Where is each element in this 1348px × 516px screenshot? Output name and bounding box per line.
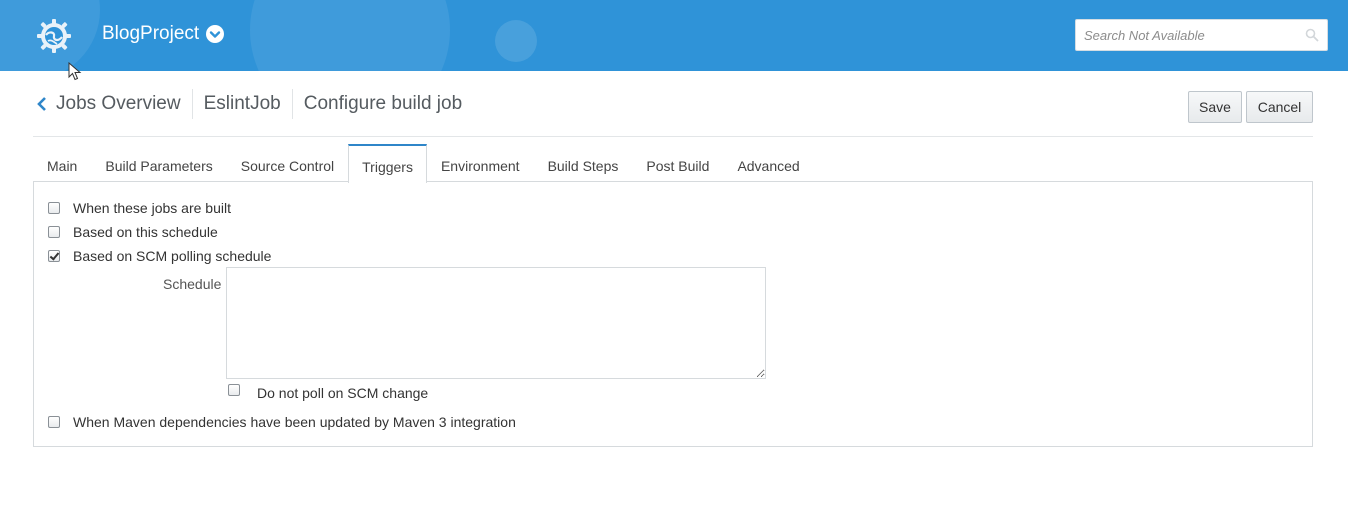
trigger-schedule-option[interactable]: Based on this schedule: [48, 224, 218, 240]
breadcrumb-jobs-overview[interactable]: Jobs Overview: [56, 93, 181, 115]
trigger-scm-polling-option[interactable]: Based on SCM polling schedule: [48, 248, 271, 264]
maven-label: When Maven dependencies have been update…: [73, 414, 516, 430]
divider: [33, 136, 1313, 137]
schedule-checkbox[interactable]: [48, 226, 60, 238]
no-poll-option[interactable]: Do not poll on SCM change: [228, 384, 429, 401]
header-decoration: [495, 20, 537, 62]
search-box: [1075, 19, 1328, 51]
chevron-left-icon[interactable]: [36, 96, 48, 112]
mouse-cursor-icon: [68, 62, 82, 81]
search-icon[interactable]: [1305, 28, 1319, 42]
page-title: Configure build job: [303, 93, 463, 114]
breadcrumb: Jobs Overview EslintJob Configure build …: [36, 88, 462, 120]
no-poll-label: Do not poll on SCM change: [257, 385, 429, 401]
breadcrumb-separator: [291, 89, 293, 119]
tab-build-parameters[interactable]: Build Parameters: [91, 144, 226, 182]
header-decoration: [250, 0, 450, 71]
tab-source-control[interactable]: Source Control: [227, 144, 348, 182]
schedule-textarea[interactable]: [226, 267, 766, 379]
gear-globe-icon[interactable]: [36, 18, 72, 54]
trigger-jobs-built-option[interactable]: When these jobs are built: [48, 200, 231, 216]
search-input[interactable]: [1076, 20, 1296, 50]
top-header-bar: BlogProject: [0, 0, 1348, 71]
save-button[interactable]: Save: [1188, 91, 1242, 123]
project-name: BlogProject: [102, 23, 200, 44]
tab-main[interactable]: Main: [33, 144, 91, 182]
config-tabs: Main Build Parameters Source Control Tri…: [33, 144, 814, 183]
no-poll-checkbox[interactable]: [228, 384, 240, 396]
header-actions: Save Cancel: [1188, 91, 1313, 123]
tab-post-build[interactable]: Post Build: [632, 144, 723, 182]
trigger-maven-option[interactable]: When Maven dependencies have been update…: [48, 414, 516, 430]
triggers-panel: When these jobs are built Based on this …: [33, 181, 1313, 447]
tab-triggers[interactable]: Triggers: [348, 144, 427, 183]
project-selector[interactable]: BlogProject: [102, 23, 225, 45]
cancel-button[interactable]: Cancel: [1246, 91, 1313, 123]
scm-polling-label: Based on SCM polling schedule: [73, 248, 272, 264]
jobs-built-checkbox[interactable]: [48, 202, 60, 214]
breadcrumb-separator: [191, 89, 193, 119]
scm-polling-checkbox[interactable]: [48, 250, 60, 262]
tab-environment[interactable]: Environment: [427, 144, 534, 182]
schedule-option-label: Based on this schedule: [73, 224, 218, 240]
chevron-down-circle-icon: [206, 25, 225, 43]
tab-advanced[interactable]: Advanced: [723, 144, 813, 182]
breadcrumb-job[interactable]: EslintJob: [204, 93, 281, 115]
maven-checkbox[interactable]: [48, 416, 60, 428]
schedule-field-label: Schedule: [163, 276, 222, 292]
jobs-built-label: When these jobs are built: [73, 200, 231, 216]
tab-build-steps[interactable]: Build Steps: [534, 144, 633, 182]
